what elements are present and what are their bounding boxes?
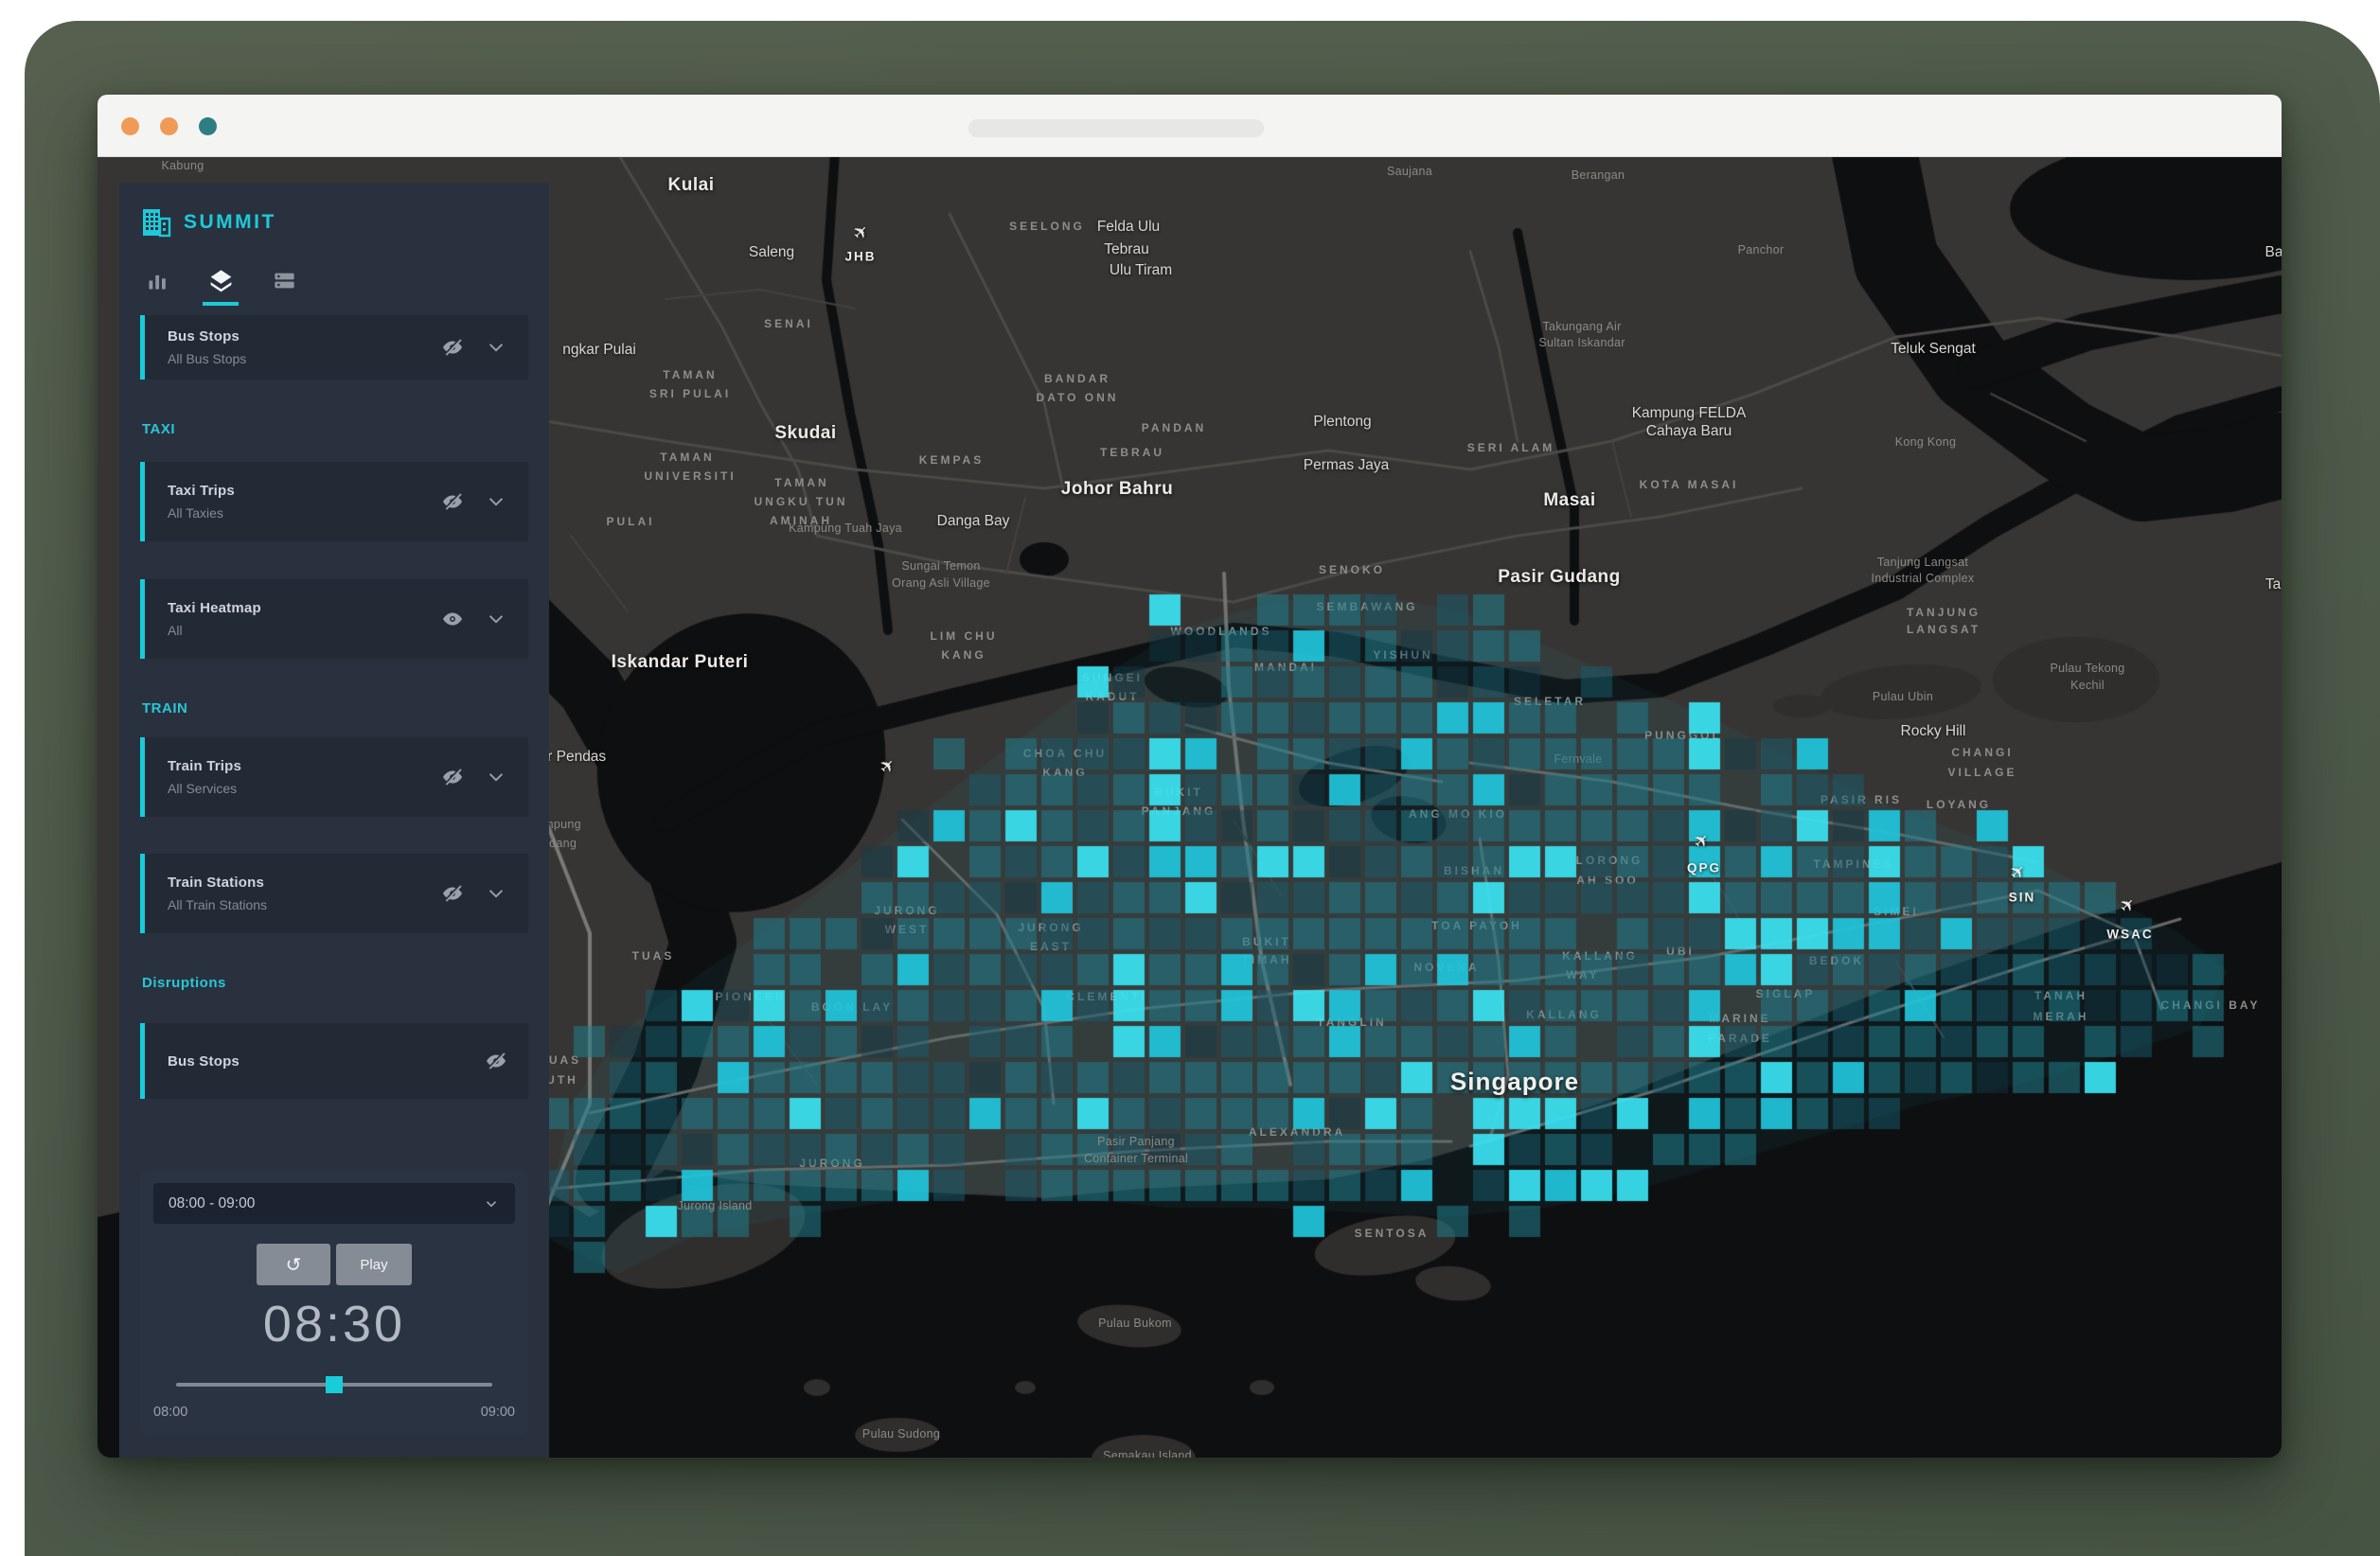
zoom-window-button[interactable]	[199, 117, 217, 135]
section-header-train: TRAIN	[142, 700, 549, 716]
layer-panel-taxi-heatmap[interactable]: Taxi Heatmap All	[140, 579, 528, 659]
layer-panel-train-trips[interactable]: Train Trips All Services	[140, 737, 528, 817]
building-icon	[140, 206, 172, 239]
time-range-value: 08:00 - 09:00	[169, 1195, 483, 1212]
layer-subtitle: All Train Stations	[168, 897, 441, 912]
layer-title: Bus Stops	[168, 328, 441, 345]
time-range-dropdown[interactable]: 08:00 - 09:00	[153, 1183, 515, 1224]
time-slider-thumb[interactable]	[326, 1376, 343, 1393]
layer-panel-icons	[441, 766, 528, 788]
chevron-down-icon[interactable]	[485, 490, 507, 513]
titlebar-tab-pill	[968, 119, 1264, 137]
layer-subtitle: All Taxies	[168, 505, 441, 521]
chevron-down-icon[interactable]	[485, 608, 507, 630]
layer-panel-icons	[441, 608, 528, 630]
window-titlebar	[98, 95, 2282, 157]
section-header-taxi: TAXI	[142, 421, 549, 437]
visibility-off-icon[interactable]	[441, 766, 464, 788]
traffic-lights	[121, 117, 217, 135]
desktop-background: SEELONGSENAITAMANSRI PULAIBANDARDATO ONN…	[0, 0, 2380, 1556]
layer-subtitle: All	[168, 623, 441, 638]
section-header-disruptions: Disruptions	[142, 975, 549, 991]
layer-panel-text: Taxi Trips All Taxies	[145, 483, 441, 521]
play-button[interactable]: Play	[336, 1244, 412, 1285]
app-title: SUMMIT	[184, 211, 276, 234]
layer-panel-train-stations[interactable]: Train Stations All Train Stations	[140, 854, 528, 933]
layer-subtitle: All Bus Stops	[168, 351, 441, 366]
layer-panel-bus-stops[interactable]: Bus Stops	[140, 1023, 528, 1099]
time-slider[interactable]	[176, 1376, 492, 1393]
chevron-down-icon[interactable]	[485, 336, 507, 359]
visibility-off-icon[interactable]	[441, 336, 464, 359]
sidebar: SUMMIT Bus Stops All Bus Stops TAXI Taxi Tr…	[119, 183, 549, 1458]
layer-panel-text: Taxi Heatmap All	[145, 600, 441, 638]
time-slider-labels: 08:00 09:00	[153, 1405, 515, 1420]
bar-chart-icon	[145, 268, 170, 293]
time-panel: 08:00 - 09:00 ↺ Play 08:30 08:00 09:00	[140, 1170, 528, 1435]
layers-icon	[207, 268, 235, 295]
layer-panel-text: Train Trips All Services	[145, 758, 441, 796]
tab-layers[interactable]	[206, 268, 235, 306]
sidebar-header: SUMMIT	[119, 183, 549, 306]
visibility-off-icon[interactable]	[485, 1050, 507, 1072]
tab-charts[interactable]	[143, 268, 171, 306]
restart-button[interactable]: ↺	[257, 1244, 330, 1285]
layer-panel-icons	[441, 882, 528, 905]
visibility-off-icon[interactable]	[441, 882, 464, 905]
layer-panel-taxi-trips[interactable]: Taxi Trips All Taxies	[140, 462, 528, 541]
chevron-down-icon	[483, 1195, 500, 1212]
layer-subtitle: All Services	[168, 781, 441, 796]
rows-icon	[272, 268, 297, 293]
visibility-on-icon[interactable]	[441, 608, 464, 630]
playback-controls: ↺ Play	[153, 1244, 515, 1285]
slider-end-label: 09:00	[481, 1405, 515, 1420]
layer-panel-bus-stops[interactable]: Bus Stops All Bus Stops	[140, 315, 528, 380]
layer-title: Taxi Trips	[168, 483, 441, 499]
chevron-down-icon[interactable]	[485, 766, 507, 788]
layer-panel-text: Bus Stops	[145, 1053, 485, 1070]
sidebar-tabs	[143, 268, 528, 306]
layer-title: Bus Stops	[168, 1053, 485, 1070]
layer-list: Bus Stops All Bus Stops TAXI Taxi Trips All …	[119, 306, 549, 1170]
visibility-off-icon[interactable]	[441, 490, 464, 513]
layer-panel-icons	[485, 1050, 528, 1072]
layer-title: Taxi Heatmap	[168, 600, 441, 616]
slider-start-label: 08:00	[153, 1405, 187, 1420]
app-window: SEELONGSENAITAMANSRI PULAIBANDARDATO ONN…	[98, 95, 2282, 1458]
layer-panel-icons	[441, 336, 528, 359]
minimize-window-button[interactable]	[160, 117, 178, 135]
current-time-display: 08:30	[153, 1295, 515, 1353]
close-window-button[interactable]	[121, 117, 139, 135]
layer-title: Train Trips	[168, 758, 441, 774]
tab-datasets[interactable]	[270, 268, 298, 306]
layer-panel-text: Bus Stops All Bus Stops	[145, 328, 441, 366]
layer-panel-icons	[441, 490, 528, 513]
layer-title: Train Stations	[168, 875, 441, 891]
chevron-down-icon[interactable]	[485, 882, 507, 905]
layer-panel-text: Train Stations All Train Stations	[145, 875, 441, 912]
app-logo: SUMMIT	[140, 202, 528, 243]
